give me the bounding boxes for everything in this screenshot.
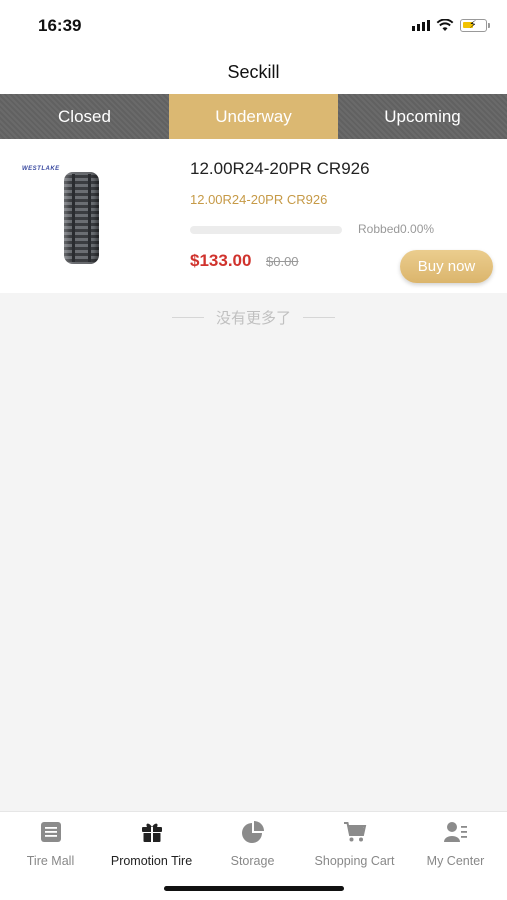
nav-label: Tire Mall — [26, 854, 75, 868]
tab-upcoming[interactable]: Upcoming — [338, 94, 507, 139]
battery-icon: ⚡ — [460, 18, 490, 32]
product-card[interactable]: WESTLAKE 12.00R24-20PR CR926 12.00R24-20… — [0, 139, 507, 293]
page-title: Seckill — [227, 61, 280, 82]
product-subtitle: 12.00R24-20PR CR926 — [190, 192, 328, 207]
robbed-percentage: Robbed0.00% — [358, 222, 435, 236]
list-end-indicator: 没有更多了 — [0, 307, 507, 328]
nav-tire-mall[interactable]: Tire Mall — [0, 818, 101, 868]
no-more-text: 没有更多了 — [215, 309, 291, 327]
nav-label: Storage — [230, 854, 275, 868]
nav-label: Promotion Tire — [110, 854, 193, 868]
nav-label: Shopping Cart — [314, 854, 395, 868]
user-icon — [443, 822, 467, 842]
wifi-icon — [436, 18, 454, 31]
status-time: 16:39 — [38, 16, 82, 35]
buy-now-button[interactable]: Buy now — [400, 250, 493, 283]
signal-icon — [412, 19, 430, 31]
home-indicator — [164, 886, 344, 891]
gift-icon — [141, 823, 162, 842]
original-price: $0.00 — [266, 254, 299, 269]
nav-shopping-cart[interactable]: Shopping Cart — [304, 818, 405, 868]
product-title[interactable]: 12.00R24-20PR CR926 — [190, 159, 370, 179]
product-image[interactable]: WESTLAKE — [18, 159, 148, 269]
tab-closed[interactable]: Closed — [0, 94, 169, 139]
status-icons: ⚡ — [412, 17, 490, 33]
tab-underway[interactable]: Underway — [169, 94, 338, 139]
divider-right — [303, 317, 335, 318]
divider-left — [171, 317, 204, 318]
tire-icon — [64, 172, 99, 264]
nav-promotion-tire[interactable]: Promotion Tire — [101, 818, 202, 868]
cart-icon — [343, 822, 366, 842]
status-bar: 16:39 ⚡ — [0, 0, 507, 50]
sold-progress-bar — [190, 226, 342, 234]
sale-price: $133.00 — [190, 251, 252, 270]
list-icon — [40, 822, 61, 842]
pie-chart-icon — [241, 821, 264, 843]
nav-header: Seckill — [0, 50, 507, 94]
nav-label: My Center — [426, 854, 485, 868]
nav-storage[interactable]: Storage — [202, 818, 303, 868]
brand-logo: WESTLAKE — [22, 166, 60, 172]
seckill-tabs: Closed Underway Upcoming — [0, 94, 507, 139]
nav-my-center[interactable]: My Center — [405, 818, 506, 868]
